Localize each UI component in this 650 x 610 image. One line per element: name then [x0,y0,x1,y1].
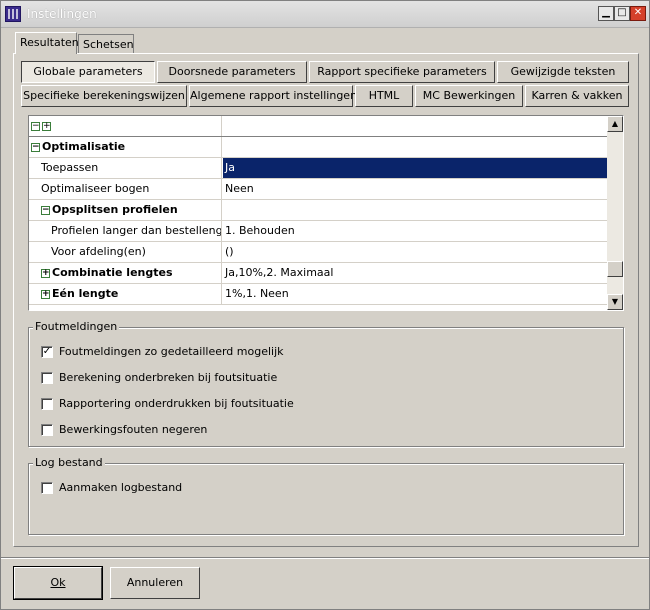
grid-row-name: − Optimalisatie [29,137,222,157]
expand-icon[interactable]: + [41,289,50,299]
html-button[interactable]: HTML [355,85,413,107]
maximize-icon: □ [617,7,627,18]
mc-bewerkingen-button[interactable]: MC Bewerkingen [415,85,523,107]
tab-label: Schetsen [83,38,134,51]
grid-row-value[interactable]: Neen [223,179,607,199]
grid-row-name: − Opsplitsen profielen [29,200,222,220]
grid-row-value[interactable]: 1. Behouden [223,221,607,241]
grid-row-value[interactable] [223,137,607,157]
checkbox[interactable] [41,372,53,384]
logbestand-title: Log bestand [33,456,105,469]
cancel-label: Annuleren [126,576,184,589]
collapse-all-icon[interactable]: − [31,121,40,131]
grid-row[interactable]: − Opsplitsen profielen [29,200,607,221]
cancel-button[interactable]: Annuleren [110,567,200,599]
checkbox-label: Foutmeldingen zo gedetailleerd mogelijk [59,345,284,358]
scroll-down-icon: ▼ [611,297,619,306]
grid-row-value[interactable]: () [223,242,607,262]
tab-resultaten[interactable]: Resultaten [15,32,79,54]
grid-header-cell: − + [29,116,222,136]
checkbox[interactable] [41,482,53,494]
globale-parameters-button[interactable]: Globale parameters [21,61,155,83]
settings-window: Instellingen ▁ □ ✕ Resultaten Schetsen G… [0,0,650,610]
karren-vakken-button[interactable]: Karren & vakken [525,85,629,107]
tab-label: Resultaten [20,36,79,49]
grid-row-label: Combinatie lengtes [52,266,173,279]
expand-all-icon[interactable]: + [42,121,51,131]
title-bar[interactable]: Instellingen ▁ □ ✕ [1,1,649,28]
grid-row[interactable]: Profielen langer dan bestellengte 1. Beho… [29,221,607,242]
logbestand-group: Log bestand Aanmaken logbestand [28,456,624,535]
ok-label: Ok [50,576,66,589]
minimize-button[interactable]: ▁ [598,6,614,21]
grid-row-label: Eén lengte [52,287,119,300]
grid-row-label: Toepassen [41,161,99,174]
grid-row[interactable]: Toepassen Ja [29,158,607,179]
grid-row-label: Optimalisatie [42,140,126,153]
grid-row[interactable]: Optimaliseer bogen Neen [29,179,607,200]
grid-row[interactable]: Voor afdeling(en) () [29,242,607,263]
grid-row-label: Opsplitsen profielen [52,203,178,216]
checkbox-label: Bewerkingsfouten negeren [59,423,208,436]
grid-row-name: + Combinatie lengtes [29,263,222,283]
checkbox-label: Berekening onderbreken bij foutsituatie [59,371,278,384]
grid-row-name: Toepassen [29,158,222,178]
checkbox-checked[interactable]: ✓ [41,346,53,358]
maximize-button[interactable]: □ [614,6,630,21]
scroll-up-icon: ▲ [611,119,619,128]
grid-row[interactable]: + Eén lengte 1%,1. Neen [29,284,607,305]
collapse-icon[interactable]: − [41,205,50,215]
rapport-specifieke-parameters-button[interactable]: Rapport specifieke parameters [309,61,495,83]
foutmeldingen-group: Foutmeldingen ✓ Foutmeldingen zo gedetail… [28,320,624,447]
window-title: Instellingen [27,7,97,21]
close-icon: ✕ [633,7,643,18]
app-icon [5,6,21,22]
scroll-up-button[interactable]: ▲ [607,116,623,132]
grid-row-label: Profielen langer dan bestellengte [51,224,222,237]
grid-rows: − + − Optimalisatie Toepassen Ja Optimaliseer… [29,116,607,310]
expand-icon[interactable]: + [41,268,50,278]
collapse-icon[interactable]: − [31,142,40,152]
grid-row-name: Profielen langer dan bestellengte [29,221,222,241]
checkbox-label: Aanmaken logbestand [59,481,183,494]
divider [1,557,649,559]
checkbox[interactable] [41,424,53,436]
checkmark-icon: ✓ [42,346,52,357]
grid-row-label: Optimaliseer bogen [41,182,150,195]
checkbox[interactable] [41,398,53,410]
foutmeldingen-title: Foutmeldingen [33,320,120,333]
grid-row[interactable]: − Optimalisatie [29,137,607,158]
minimize-icon: ▁ [602,7,610,18]
grid-row[interactable]: + Combinatie lengtes Ja,10%,2. Maximaal [29,263,607,284]
grid-row-value[interactable]: 1%,1. Neen [223,284,607,304]
specifieke-berekeningswijzen-button[interactable]: Specifieke berekeningswijzen [21,85,187,107]
grid-row-name: Optimaliseer bogen [29,179,222,199]
close-button[interactable]: ✕ [630,6,646,21]
grid-row-label: Voor afdeling(en) [51,245,146,258]
grid-header-value [223,116,607,136]
tab-schetsen[interactable]: Schetsen [78,34,134,54]
grid-scrollbar[interactable]: ▲ ▼ [607,116,623,310]
ok-button[interactable]: Ok [13,566,103,600]
property-grid[interactable]: − + − Optimalisatie Toepassen Ja Optimaliseer… [28,115,624,311]
scroll-down-button[interactable]: ▼ [607,294,623,310]
grid-row-value[interactable]: Ja,10%,2. Maximaal [223,263,607,283]
grid-row-name: Voor afdeling(en) [29,242,222,262]
grid-row-value[interactable] [223,200,607,220]
gewijzigde-teksten-button[interactable]: Gewijzigde teksten [497,61,629,83]
grid-row-value[interactable]: Ja [223,158,607,178]
algemene-rapport-instellingen-button[interactable]: Algemene rapport instellingen [189,85,357,107]
scroll-thumb[interactable] [607,261,623,277]
checkbox-label: Rapportering onderdrukken bij foutsituat… [59,397,294,410]
grid-row-name: + Eén lengte [29,284,222,304]
grid-header-row: − + [29,116,607,137]
doorsnede-parameters-button[interactable]: Doorsnede parameters [157,61,307,83]
